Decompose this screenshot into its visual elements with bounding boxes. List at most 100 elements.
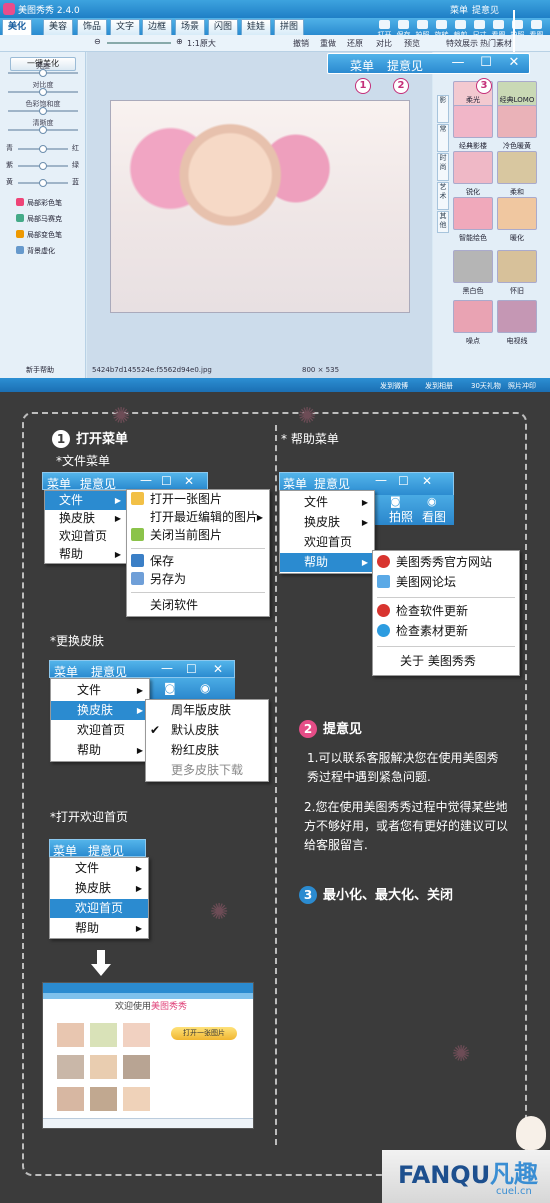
tab-flash[interactable]: 闪图 [208,19,238,35]
effects-showcase-link[interactable]: 特效展示 [446,38,478,49]
background-blur[interactable]: 背景虚化 [16,246,55,256]
tab-decorations[interactable]: 饰品 [77,19,107,35]
welcome-thumb[interactable] [57,1023,84,1047]
maximize-icon[interactable]: ☐ [479,56,493,71]
tab-text[interactable]: 文字 [110,19,140,35]
submenu-open-image[interactable]: 打开一张图片 [127,490,269,509]
effect-thumb[interactable] [497,197,537,230]
yellow-blue-slider[interactable] [18,179,68,187]
effect-thumb[interactable] [453,197,493,230]
overlay-feedback-button[interactable]: 提意见 [387,57,423,74]
submenu-forum[interactable]: 美图网论坛 [373,573,519,592]
category-tab-art[interactable]: 艺术 [437,182,449,210]
submenu-default-skin[interactable]: ✔ 默认皮肤 [146,721,268,740]
close-icon[interactable]: ✕ [213,662,223,676]
tab-scenes[interactable]: 场景 [175,19,205,35]
feedback-button[interactable]: 提意见 [472,3,499,16]
menu-item-help[interactable]: 帮助 ▶ [280,553,374,572]
welcome-thumb[interactable] [57,1055,84,1079]
effect-thumb[interactable] [497,151,537,184]
menu-item-welcome[interactable]: 欢迎首页 [50,899,148,918]
menu-item-help[interactable]: 帮助 ▶ [50,919,148,938]
menu-item-welcome[interactable]: 欢迎首页 [45,527,127,546]
menu-item-file[interactable]: 文件 ▶ [51,681,149,700]
magenta-green-slider[interactable] [18,162,68,170]
maximize-icon[interactable]: ☐ [398,474,409,488]
reset-button[interactable]: 还原 [347,38,363,49]
welcome-thumb[interactable] [57,1087,84,1111]
welcome-thumb[interactable] [90,1087,117,1111]
menu-item-skin[interactable]: 换皮肤 ▶ [45,509,127,528]
gift-link[interactable]: 30天礼物 [471,381,501,391]
menu-item-skin[interactable]: 换皮肤 ▶ [51,701,149,720]
close-icon[interactable]: ✕ [184,474,194,488]
submenu-close-image[interactable]: 关闭当前图片 [127,526,269,545]
preview-button[interactable]: 预览 [404,38,420,49]
photo-print-link[interactable]: 照片冲印 [508,381,536,391]
zoom-slider[interactable] [107,42,171,44]
menu-item-welcome[interactable]: 欢迎首页 [51,721,149,740]
category-tab-1[interactable]: 影 [437,95,449,123]
minimize-icon[interactable]: — [451,56,465,71]
sharpness-slider[interactable] [8,126,78,134]
welcome-thumb[interactable] [90,1023,117,1047]
minimize-icon[interactable]: — [375,473,387,487]
tab-collage[interactable]: 拼图 [274,19,304,35]
welcome-open-image-button[interactable]: 打开一张图片 [171,1027,237,1040]
effect-thumb[interactable] [453,151,493,184]
menu-item-help[interactable]: 帮助 ▶ [45,545,127,564]
share-album-link[interactable]: 发到相册 [425,381,453,391]
zoom-out-icon[interactable]: ⊖ [94,37,101,46]
brightness-slider[interactable] [8,69,78,77]
tab-beautify[interactable]: 美化 [2,19,32,35]
contrast-slider[interactable] [8,88,78,96]
cyan-red-slider[interactable] [18,145,68,153]
compare-button[interactable]: 对比 [376,38,392,49]
effect-thumb[interactable] [497,105,537,138]
local-recolor-brush[interactable]: 局部变色笔 [16,230,62,240]
submenu-exit[interactable]: 关闭软件 [127,596,269,615]
tab-cosmetics[interactable]: 美容 [43,19,73,35]
welcome-thumb[interactable] [123,1055,150,1079]
submenu-save-as[interactable]: 另存为 [127,570,269,589]
menu-item-skin[interactable]: 换皮肤 ▶ [280,513,374,532]
submenu-more-skins[interactable]: 更多皮肤下载 [146,761,268,780]
welcome-thumb[interactable] [90,1055,117,1079]
maximize-icon[interactable]: ☐ [186,662,197,676]
effect-thumb[interactable] [453,300,493,333]
submenu-anniversary-skin[interactable]: 周年版皮肤 [146,701,268,720]
saturation-slider[interactable] [8,107,78,115]
tab-frames[interactable]: 边框 [142,19,172,35]
menu-item-help[interactable]: 帮助 ▶ [51,741,149,760]
local-mosaic[interactable]: 局部马赛克 [16,214,62,224]
redo-button[interactable]: 重做 [320,38,336,49]
camera-button[interactable]: 拍照 [389,508,413,525]
menu-item-file[interactable]: 文件 ▶ [50,859,148,878]
category-tab-fashion[interactable]: 时尚 [437,153,449,181]
submenu-save[interactable]: 保存 [127,552,269,571]
welcome-thumb[interactable] [123,1087,150,1111]
close-icon[interactable]: ✕ [507,56,521,71]
submenu-official-site[interactable]: 美图秀秀官方网站 [373,553,519,572]
maximize-icon[interactable]: ☐ [161,474,172,488]
submenu-pink-skin[interactable]: 粉红皮肤 [146,741,268,760]
submenu-recent-images[interactable]: 打开最近编辑的图片 ▶ [127,508,269,527]
minimize-icon[interactable]: — [161,661,173,675]
category-tab-2[interactable]: 常 [437,124,449,152]
effect-thumb[interactable] [453,105,493,138]
submenu-check-update[interactable]: 检查软件更新 [373,602,519,621]
effect-thumb[interactable] [453,250,493,283]
view-button[interactable]: 看图 [422,508,446,525]
effect-thumb[interactable] [497,250,537,283]
hot-materials-link[interactable]: 热门素材 [480,38,512,49]
zoom-in-icon[interactable]: ⊕ [176,37,183,46]
menu-item-file[interactable]: 文件 ▶ [45,491,127,510]
beginner-help-link[interactable]: 新手帮助 [26,365,54,375]
tab-doll[interactable]: 娃娃 [241,19,271,35]
zoom-label[interactable]: 1:1原大 [187,38,216,49]
menu-item-file[interactable]: 文件 ▶ [280,493,374,512]
minimize-icon[interactable]: — [140,473,152,487]
undo-button[interactable]: 撤销 [293,38,309,49]
welcome-thumb[interactable] [123,1023,150,1047]
menu-item-skin[interactable]: 换皮肤 ▶ [50,879,148,898]
